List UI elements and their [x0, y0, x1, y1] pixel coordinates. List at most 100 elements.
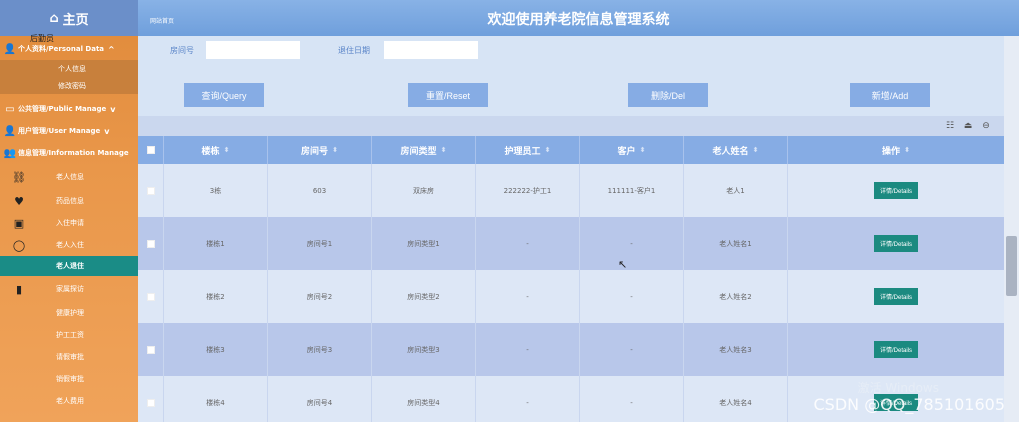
- row-checkbox[interactable]: [146, 398, 155, 407]
- table-cell: 老人姓名2: [684, 270, 788, 323]
- sidebar-item-family-visit[interactable]: ▮ 家属探访: [0, 276, 138, 302]
- table-cell: -: [476, 376, 580, 422]
- sidebar-item-leave-cancel[interactable]: 销假审批: [0, 368, 138, 390]
- sidebar-item-label: 请假审批: [56, 353, 84, 361]
- sidebar-group-label: 信息管理/Information Manage: [18, 149, 129, 157]
- sidebar: ⌂ 主页 后勤员 👤 个人资料/Personal Data ^ 个人信息 修改密…: [0, 0, 138, 422]
- row-checkbox[interactable]: [146, 345, 155, 354]
- search-row: 房间号 退住日期: [138, 41, 1019, 61]
- sort-icon: ⬍: [332, 146, 338, 154]
- activate-windows-watermark: 激活 Windows: [857, 381, 939, 395]
- column-header[interactable]: 房间号 ⬍: [268, 136, 372, 164]
- user-icon: 👤: [3, 43, 17, 55]
- table-cell: 222222-护工1: [476, 164, 580, 217]
- table-row[interactable]: 楼栋2 房间号2 房间类型2 - - 老人姓名2 详情/Details: [138, 270, 1004, 323]
- delete-button[interactable]: 删除/Del: [628, 83, 708, 107]
- door-icon: ▮: [15, 282, 23, 296]
- column-header[interactable]: 护理员工 ⬍: [476, 136, 580, 164]
- table-toolbar: ☷ ⏏ ⊖: [138, 116, 1004, 136]
- details-button[interactable]: 详情/Details: [873, 288, 918, 305]
- sidebar-sub-personal-info[interactable]: 个人信息: [0, 60, 138, 77]
- table-row[interactable]: 楼栋3 房间号3 房间类型3 - - 老人姓名3 详情/Details: [138, 323, 1004, 376]
- scrollbar-thumb[interactable]: [1006, 236, 1017, 296]
- column-header[interactable]: 房间类型 ⬍: [372, 136, 476, 164]
- sidebar-sub-label: 修改密码: [58, 81, 86, 90]
- checkout-date-label: 退住日期: [338, 46, 370, 55]
- sidebar-home-label: 主页: [62, 12, 89, 28]
- sidebar-item-elder-fee[interactable]: 老人费用: [0, 390, 138, 412]
- page-title: 欢迎使用养老院信息管理系统: [487, 12, 670, 28]
- sidebar-sub-change-password[interactable]: 修改密码: [0, 77, 138, 94]
- table-cell: -: [580, 323, 684, 376]
- table-cell: 111111-客户1: [580, 164, 684, 217]
- details-button[interactable]: 详情/Details: [873, 235, 918, 252]
- column-header[interactable]: 客户 ⬍: [580, 136, 684, 164]
- table-cell: 老人1: [684, 164, 788, 217]
- column-header-label: 房间号: [301, 146, 329, 157]
- sidebar-item-checkin-apply[interactable]: ▣ 入住申请: [0, 212, 138, 234]
- sidebar-item-nurse-salary[interactable]: 护工工资: [0, 324, 138, 346]
- table-cell: 楼栋4: [164, 376, 268, 422]
- select-all-checkbox[interactable]: [146, 146, 155, 154]
- column-header[interactable]: 操作 ⬍: [788, 136, 1004, 164]
- sidebar-item-checkin[interactable]: ◯ 老人入住: [0, 234, 138, 256]
- action-buttons: 查询/Query 重置/Reset 删除/Del 新增/Add: [138, 83, 1019, 107]
- table-cell: 楼栋3: [164, 323, 268, 376]
- sidebar-group-public[interactable]: ▭ 公共管理/Public Manage v: [0, 98, 138, 120]
- sort-icon: ⬍: [639, 146, 646, 154]
- cursor-icon: ↖: [618, 258, 628, 271]
- sidebar-group-label: 个人资料/Personal Data: [18, 45, 105, 53]
- reset-button[interactable]: 重置/Reset: [408, 83, 488, 107]
- details-button[interactable]: 详情/Details: [873, 341, 918, 358]
- table-row[interactable]: 3栋 603 双床房 222222-护工1 111111-客户1 老人1 详情/…: [138, 164, 1004, 217]
- sidebar-group-personal[interactable]: 👤 个人资料/Personal Data ^: [0, 38, 138, 60]
- sidebar-item-label: 护工工资: [56, 331, 84, 339]
- sidebar-item-label: 销假审批: [56, 375, 84, 383]
- page-scrollbar[interactable]: [1004, 36, 1019, 422]
- sidebar-group-information[interactable]: 👥 信息管理/Information Manage: [0, 142, 138, 164]
- table-cell: -: [476, 323, 580, 376]
- top-header: 网站首页 欢迎使用养老院信息管理系统: [138, 0, 1019, 36]
- column-header[interactable]: 楼栋 ⬍: [164, 136, 268, 164]
- table-cell: -: [476, 217, 580, 270]
- column-header-label: 老人姓名: [712, 146, 749, 157]
- table-cell: 房间号4: [268, 376, 372, 422]
- sort-icon: ⬍: [544, 146, 551, 154]
- table-row[interactable]: 楼栋1 房间号1 房间类型1 - - 老人姓名1 详情/Details: [138, 217, 1004, 270]
- row-checkbox[interactable]: [146, 186, 155, 195]
- main-content: 网站首页 欢迎使用养老院信息管理系统 房间号 退住日期 查询/Query 重置/…: [138, 0, 1019, 422]
- add-button[interactable]: 新增/Add: [850, 83, 930, 107]
- table-cell: 楼栋2: [164, 270, 268, 323]
- refresh-icon[interactable]: ⊖: [980, 120, 992, 132]
- table-cell: 房间号2: [268, 270, 372, 323]
- details-button[interactable]: 详情/Details: [873, 182, 918, 199]
- sidebar-item-health-care[interactable]: 健康护理: [0, 302, 138, 324]
- chevron-down-icon: v: [110, 104, 116, 114]
- table-cell: 房间号1: [268, 217, 372, 270]
- room-input[interactable]: [206, 41, 300, 59]
- room-label: 房间号: [170, 46, 194, 55]
- sidebar-item-medicine[interactable]: ♥ 药品信息: [0, 190, 138, 212]
- print-icon[interactable]: ⏏: [962, 120, 974, 132]
- checkout-date-input[interactable]: [384, 41, 478, 59]
- sidebar-item-checkout[interactable]: 老人退住: [0, 256, 138, 276]
- column-header-label: 楼栋: [201, 146, 220, 157]
- table-cell: 房间类型3: [372, 323, 476, 376]
- query-button[interactable]: 查询/Query: [184, 83, 264, 107]
- sort-icon: ⬍: [440, 146, 447, 154]
- table-cell: 老人姓名1: [684, 217, 788, 270]
- sidebar-item-label: 老人信息: [56, 173, 84, 181]
- sidebar-home[interactable]: ⌂ 主页: [0, 0, 138, 36]
- row-checkbox[interactable]: [146, 292, 155, 301]
- sidebar-item-label: 药品信息: [56, 197, 84, 205]
- sidebar-group-user[interactable]: 👤 用户管理/User Manage v: [0, 120, 138, 142]
- table-cell: 房间号3: [268, 323, 372, 376]
- sidebar-item-leave-approve[interactable]: 请假审批: [0, 346, 138, 368]
- columns-icon[interactable]: ☷: [944, 120, 956, 132]
- column-header[interactable]: 老人姓名 ⬍: [684, 136, 788, 164]
- monitor-icon: ▭: [5, 103, 15, 115]
- csdn-watermark: CSDN @QQ_785101605: [813, 395, 1005, 414]
- sidebar-item-elder-info[interactable]: ⛓ 老人信息: [0, 164, 138, 190]
- row-checkbox[interactable]: [146, 239, 155, 248]
- table-cell: 3栋: [164, 164, 268, 217]
